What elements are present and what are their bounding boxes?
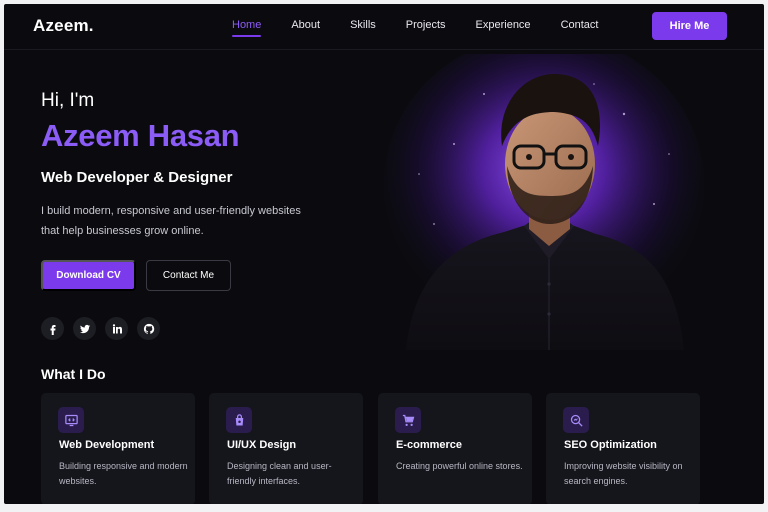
facebook-icon[interactable] xyxy=(41,317,64,340)
hire-me-button[interactable]: Hire Me xyxy=(652,12,727,40)
page: Azeem. Home About Skills Projects Experi… xyxy=(4,4,764,504)
nav-link-home[interactable]: Home xyxy=(232,19,262,37)
linkedin-icon[interactable] xyxy=(105,317,128,340)
service-title: UI/UX Design xyxy=(227,439,297,451)
service-description: Improving website visibility on search e… xyxy=(564,461,683,486)
nav-link-skills[interactable]: Skills xyxy=(350,19,376,31)
hero-role: Web Developer & Designer xyxy=(41,169,233,186)
profile-photo xyxy=(384,54,714,350)
service-card-ui-ux-design[interactable]: UI/UX Design Designing clean and user-fr… xyxy=(209,393,363,504)
service-title: Web Development xyxy=(59,439,155,451)
twitter-icon[interactable] xyxy=(73,317,96,340)
service-title: E-commerce xyxy=(396,439,463,451)
nav-link-projects[interactable]: Projects xyxy=(406,19,446,31)
github-icon[interactable] xyxy=(137,317,160,340)
nav-link-about[interactable]: About xyxy=(291,19,320,31)
hero-description: I build modern, responsive and user-frie… xyxy=(41,205,301,237)
logo[interactable]: Azeem. xyxy=(33,16,94,36)
nav-link-contact[interactable]: Contact xyxy=(561,19,599,31)
service-description: Creating powerful online stores. xyxy=(396,461,523,471)
hero-name: Azeem Hasan xyxy=(41,118,240,153)
service-card-web-development[interactable]: Web Development Building responsive and … xyxy=(41,393,195,504)
service-card-e-commerce[interactable]: E-commerce Creating powerful online stor… xyxy=(378,393,532,504)
top-navigation: Azeem. Home About Skills Projects Experi… xyxy=(4,4,764,50)
seo-search-icon xyxy=(563,407,589,433)
service-card-seo-optimization[interactable]: SEO Optimization Improving website visib… xyxy=(546,393,700,504)
cart-icon xyxy=(395,407,421,433)
social-links xyxy=(41,317,169,340)
download-cv-button[interactable]: Download CV xyxy=(41,260,136,291)
service-title: SEO Optimization xyxy=(564,439,657,451)
service-description: Designing clean and user-friendly interf… xyxy=(227,461,332,486)
nav-link-experience[interactable]: Experience xyxy=(476,19,531,31)
nav-links: Home About Skills Projects Experience Co… xyxy=(232,19,599,37)
design-bag-icon xyxy=(226,407,252,433)
hero-greeting: Hi, I'm xyxy=(41,90,95,111)
services-title: What I Do xyxy=(41,366,106,382)
contact-me-button[interactable]: Contact Me xyxy=(146,260,231,291)
monitor-code-icon xyxy=(58,407,84,433)
service-description: Building responsive and modern websites. xyxy=(59,461,188,486)
